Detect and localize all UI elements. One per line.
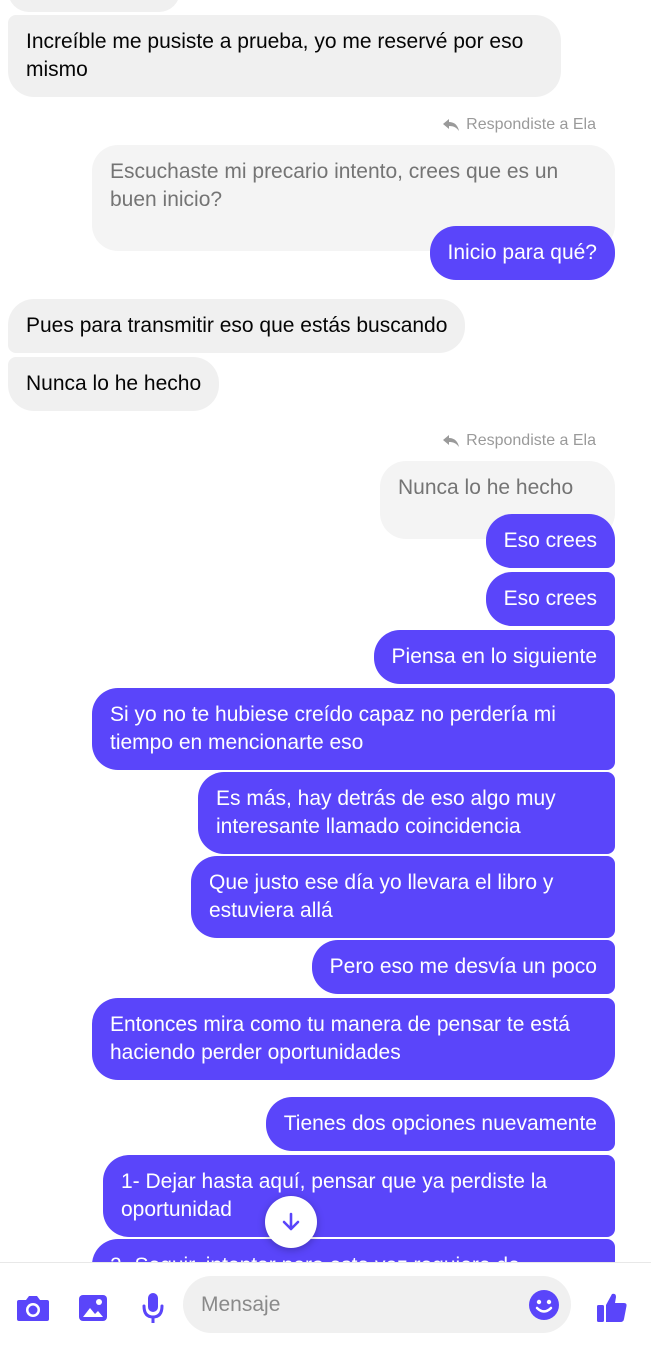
received-message[interactable]: Increíble me pusiste a prueba, yo me res… (8, 15, 561, 97)
quoted-text: Nunca lo he hecho (398, 476, 574, 499)
scroll-to-bottom-button[interactable] (265, 1196, 317, 1248)
received-message[interactable]: Nunca lo he hecho (8, 357, 220, 411)
message-text: Que justo ese día yo llevara el libro y … (209, 871, 554, 922)
message-text: Inicio para qué? (447, 241, 597, 264)
message-text: Si yo no te hubiese creído capaz no perd… (110, 703, 556, 754)
message-input[interactable] (201, 1276, 501, 1333)
message-text: Piensa en lo siguiente (391, 645, 597, 668)
reply-arrow-icon (443, 119, 460, 131)
reply-indicator-label: Respondiste a Ela (466, 432, 596, 449)
sent-message[interactable]: Entonces mira como tu manera de pensar t… (92, 998, 615, 1080)
sent-message[interactable]: Pero eso me desvía un poco (311, 940, 615, 994)
message-text: Nunca lo he hecho (26, 372, 202, 395)
camera-button[interactable] (13, 1288, 53, 1328)
message-text: Eso crees (503, 529, 597, 552)
message-text: 2- Seguir, intentar pero esta vez requie… (110, 1254, 520, 1262)
sent-message[interactable]: Si yo no te hubiese creído capaz no perd… (92, 688, 615, 770)
sent-message[interactable]: Inicio para qué? (429, 226, 615, 280)
message-text: Tienes dos opciones nuevamente (283, 1112, 597, 1135)
camera-icon (17, 1296, 49, 1321)
quoted-text: Escuchaste mi precario intento, crees qu… (110, 160, 559, 211)
sent-message[interactable]: Eso crees (485, 572, 615, 626)
received-message-partial (8, 0, 180, 12)
message-text: Pero eso me desvía un poco (329, 955, 597, 978)
sent-message[interactable]: 2- Seguir, intentar pero esta vez requie… (92, 1239, 615, 1262)
like-button[interactable] (592, 1288, 632, 1328)
sent-message[interactable]: Que justo ese día yo llevara el libro y … (191, 856, 615, 938)
message-text: Pues para transmitir eso que estás busca… (26, 314, 448, 337)
arrow-down-icon (282, 1212, 300, 1231)
sent-message[interactable]: Es más, hay detrás de eso algo muy inter… (198, 772, 615, 854)
gallery-icon (79, 1295, 107, 1321)
sent-message[interactable]: Tienes dos opciones nuevamente (265, 1097, 615, 1151)
message-text: Entonces mira como tu manera de pensar t… (110, 1013, 570, 1064)
message-text: Es más, hay detrás de eso algo muy inter… (216, 787, 556, 838)
received-message[interactable]: Pues para transmitir eso que estás busca… (8, 299, 466, 353)
emoji-icon[interactable] (527, 1288, 561, 1322)
reply-arrow-icon (443, 435, 460, 447)
message-composer (0, 1262, 651, 1353)
message-text: Eso crees (503, 587, 597, 610)
microphone-icon (142, 1293, 164, 1323)
message-input-field[interactable] (183, 1276, 571, 1333)
reply-indicator: Respondiste a Ela (442, 116, 596, 134)
sent-message[interactable]: Eso crees (485, 514, 615, 568)
thumbs-up-icon (597, 1293, 627, 1322)
sent-message[interactable]: 1- Dejar hasta aquí, pensar que ya perdi… (103, 1155, 615, 1237)
conversation-thread[interactable]: Increíble me pusiste a prueba, yo me res… (0, 0, 651, 1262)
message-text: 1- Dejar hasta aquí, pensar que ya perdi… (121, 1170, 548, 1221)
gallery-button[interactable] (73, 1288, 113, 1328)
sent-message[interactable]: Piensa en lo siguiente (373, 630, 615, 684)
reply-indicator: Respondiste a Ela (442, 432, 596, 450)
reply-indicator-label: Respondiste a Ela (466, 116, 596, 133)
message-text: Increíble me pusiste a prueba, yo me res… (26, 30, 524, 81)
voice-button[interactable] (133, 1288, 173, 1328)
